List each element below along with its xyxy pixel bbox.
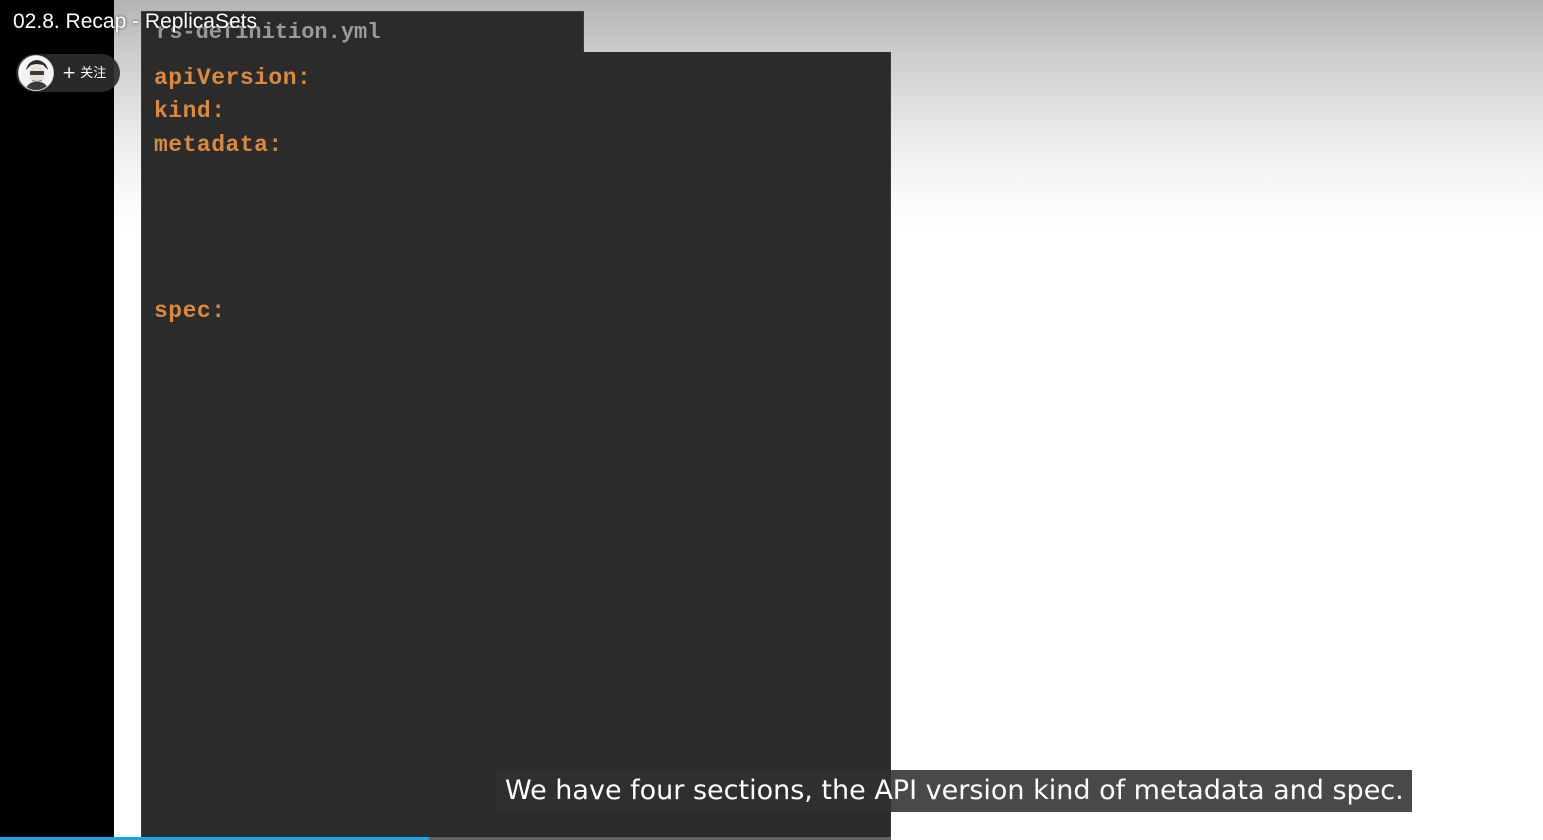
code-line-apiversion: apiVersion:	[154, 65, 312, 91]
avatar-icon[interactable]	[18, 55, 54, 91]
code-line-spec: spec:	[154, 298, 226, 324]
follow-button[interactable]: + 关注	[62, 54, 106, 92]
code-line-metadata: metadata:	[154, 132, 283, 158]
plus-icon: +	[62, 63, 77, 83]
code-line-kind: kind:	[154, 98, 226, 124]
video-player[interactable]: rs-definition.yml apiVersion: kind: meta…	[0, 0, 1543, 840]
subtitle-caption: We have four sections, the API version k…	[495, 770, 1412, 812]
video-title: 02.8. Recap - ReplicaSets	[13, 10, 257, 33]
letterbox-left	[0, 0, 114, 840]
uploader-follow-pill[interactable]: + 关注	[16, 54, 120, 92]
code-editor: apiVersion: kind: metadata: spec:	[141, 52, 891, 840]
follow-label: 关注	[80, 66, 107, 81]
